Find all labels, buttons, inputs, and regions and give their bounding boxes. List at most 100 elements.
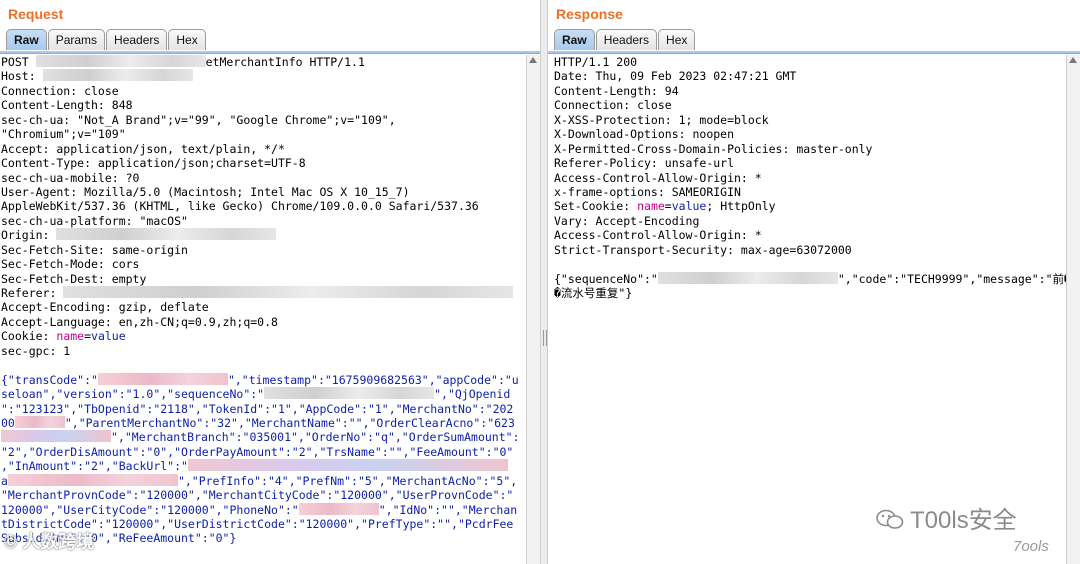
body-text: a bbox=[1, 473, 8, 488]
code-line: sec-ch-ua-mobile: ?0 bbox=[1, 171, 526, 185]
code-line: Cookie: name=value bbox=[1, 329, 526, 343]
code-line: AppleWebKit/537.36 (KHTML, like Gecko) C… bbox=[1, 199, 526, 213]
code-text: Cookie: bbox=[1, 329, 57, 344]
divider-grip-icon[interactable] bbox=[543, 330, 547, 346]
code-line: Referer-Policy: unsafe-url bbox=[554, 156, 1066, 170]
response-tab-raw[interactable]: Raw bbox=[554, 29, 595, 50]
redacted-region bbox=[298, 502, 379, 515]
code-line: a ","PrefInfo":"4","PrefNm":"5","Merchant… bbox=[1, 473, 526, 488]
redacted-region bbox=[56, 228, 277, 241]
code-line: {"transCode":" ","timestamp":"16759096825… bbox=[1, 372, 526, 387]
request-tab-hex[interactable]: Hex bbox=[168, 29, 206, 50]
code-text: Vary: Accept-Encoding bbox=[554, 213, 700, 228]
split-pane-divider[interactable] bbox=[540, 0, 548, 564]
code-line: Referer: bbox=[1, 286, 526, 300]
request-scrollbar[interactable] bbox=[526, 55, 540, 564]
response-tabbar: Raw Headers Hex bbox=[554, 29, 696, 51]
redacted-region bbox=[14, 415, 65, 428]
response-tab-headers[interactable]: Headers bbox=[595, 29, 658, 50]
body-text: ","IdNo":"","Merchan bbox=[378, 502, 518, 517]
code-line: 120000","UserCityCode":"120000","PhoneNo… bbox=[1, 502, 526, 517]
request-tabbar: Raw Params Headers Hex bbox=[6, 29, 207, 51]
code-line: Content-Length: 848 bbox=[1, 98, 526, 112]
redacted-region bbox=[97, 372, 228, 385]
code-line: Sec-Fetch-Dest: empty bbox=[1, 272, 526, 286]
body-text: ,"InAmount":"2","BackUrl":" bbox=[1, 459, 188, 474]
code-line: Accept: application/json, text/plain, */… bbox=[1, 142, 526, 156]
code-line: SubsidyAmt":"0","ReFeeAmount":"0"} bbox=[1, 531, 526, 545]
code-line: "2","OrderDisAmount":"0","OrderPayAmount… bbox=[1, 445, 526, 459]
body-text: seloan","version":"1.0","sequenceNo":" bbox=[1, 387, 265, 402]
code-text: HTTP/1.1 200 bbox=[554, 55, 638, 69]
code-line: Accept-Encoding: gzip, deflate bbox=[1, 300, 526, 314]
code-line: {"sequenceNo":" ","code":"TECH9999","mess… bbox=[554, 271, 1066, 286]
code-text: Connection: close bbox=[554, 98, 672, 113]
response-pane: Response Raw Headers Hex HTTP/1.1 200 Dat… bbox=[548, 0, 1080, 564]
code-line: Set-Cookie: name=value; HttpOnly bbox=[554, 199, 1066, 213]
response-scrollbar[interactable] bbox=[1066, 55, 1080, 564]
request-raw-editor[interactable]: POST etMerchantInfo HTTP/1.1 Host: Connec… bbox=[0, 55, 526, 564]
code-line: sec-ch-ua: "Not_A Brand";v="99", "Google… bbox=[1, 113, 526, 127]
code-line: Strict-Transport-Security: max-age=63072… bbox=[554, 243, 1066, 257]
code-line: Sec-Fetch-Site: same-origin bbox=[1, 243, 526, 257]
redacted-region bbox=[264, 387, 435, 400]
code-line: Access-Control-Allow-Origin: * bbox=[554, 171, 1066, 185]
code-line: X-XSS-Protection: 1; mode=block bbox=[554, 113, 1066, 127]
code-line: 00 ","ParentMerchantNo":"32","MerchantNam… bbox=[1, 415, 526, 430]
request-tab-raw[interactable]: Raw bbox=[6, 29, 47, 50]
body-text: tDistrictCode":"120000","UserDistrictCod… bbox=[1, 517, 514, 531]
code-text: sec-ch-ua: "Not_A Brand";v="99", "Google… bbox=[1, 112, 396, 127]
code-text: "Chromium";v="109" bbox=[1, 127, 126, 142]
redacted-region bbox=[42, 69, 193, 82]
redacted-region bbox=[657, 271, 838, 284]
request-tab-params[interactable]: Params bbox=[47, 29, 106, 50]
body-text: ":"123123","TbOpenid":"2118","TokenId":"… bbox=[1, 401, 514, 416]
request-tab-headers[interactable]: Headers bbox=[106, 29, 168, 50]
body-text: "2","OrderDisAmount":"0","OrderPayAmount… bbox=[1, 444, 514, 459]
code-line: User-Agent: Mozilla/5.0 (Macintosh; Inte… bbox=[1, 185, 526, 199]
code-line: Accept-Language: en,zh-CN;q=0.9,zh;q=0.8 bbox=[1, 315, 526, 329]
code-text: Sec-Fetch-Dest: empty bbox=[1, 271, 147, 286]
code-text: sec-ch-ua-platform: "macOS" bbox=[1, 213, 188, 228]
code-text: ; HttpOnly bbox=[706, 199, 776, 214]
body-text: value bbox=[91, 329, 126, 344]
code-text: sec-ch-ua-mobile: ?0 bbox=[1, 170, 140, 185]
code-text: Sec-Fetch-Site: same-origin bbox=[1, 242, 188, 257]
code-line: Connection: close bbox=[1, 84, 526, 98]
code-text: Strict-Transport-Security: max-age=63072… bbox=[554, 242, 852, 257]
code-line: Connection: close bbox=[554, 98, 1066, 112]
cookie-key-text: name bbox=[637, 199, 665, 214]
code-line: X-Download-Options: noopen bbox=[554, 127, 1066, 141]
code-line: Sec-Fetch-Mode: cors bbox=[1, 257, 526, 271]
code-text: {"sequenceNo":" bbox=[554, 271, 658, 286]
redacted-region bbox=[7, 473, 178, 486]
body-text: ","MerchantBranch":"035001","OrderNo":"q… bbox=[111, 430, 520, 445]
code-text: X-XSS-Protection: 1; mode=block bbox=[554, 112, 769, 127]
code-text: Connection: close bbox=[1, 83, 119, 98]
code-line: Content-Type: application/json;charset=U… bbox=[1, 156, 526, 170]
code-line: Access-Control-Allow-Origin: * bbox=[554, 228, 1066, 242]
scroll-up-arrow-icon[interactable] bbox=[1069, 57, 1077, 63]
code-text: Accept-Encoding: gzip, deflate bbox=[1, 300, 209, 315]
code-line: "Chromium";v="109" bbox=[1, 127, 526, 141]
response-raw-editor[interactable]: HTTP/1.1 200 Date: Thu, 09 Feb 2023 02:47… bbox=[548, 55, 1066, 564]
code-line: Vary: Accept-Encoding bbox=[554, 214, 1066, 228]
code-text: POST bbox=[1, 55, 36, 69]
code-text: Referer: bbox=[1, 286, 64, 300]
body-text: {"transCode":" bbox=[1, 372, 98, 387]
request-title: Request bbox=[8, 6, 64, 22]
code-line: HTTP/1.1 200 bbox=[554, 55, 1066, 69]
code-text: Host: bbox=[1, 69, 43, 84]
code-text: X-Permitted-Cross-Domain-Policies: maste… bbox=[554, 141, 873, 156]
code-line: X-Permitted-Cross-Domain-Policies: maste… bbox=[554, 142, 1066, 156]
scroll-up-arrow-icon[interactable] bbox=[529, 57, 537, 63]
code-text: Origin: bbox=[1, 228, 57, 243]
response-tab-hex[interactable]: Hex bbox=[658, 29, 696, 50]
code-line: �流水号重复"} bbox=[554, 286, 1066, 300]
code-text: sec-gpc: 1 bbox=[1, 343, 71, 358]
body-text: ","ParentMerchantNo":"32","MerchantName"… bbox=[64, 415, 515, 430]
response-tab-underline bbox=[548, 51, 1080, 54]
cookie-key-text: name bbox=[56, 329, 85, 344]
